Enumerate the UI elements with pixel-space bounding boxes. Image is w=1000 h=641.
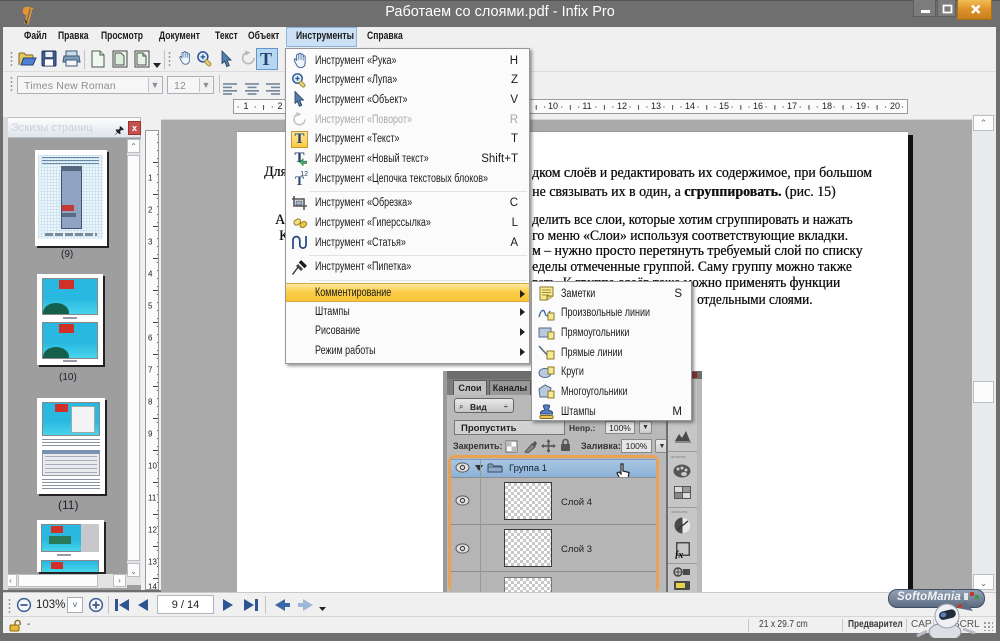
svg-text:fx: fx <box>675 550 683 559</box>
